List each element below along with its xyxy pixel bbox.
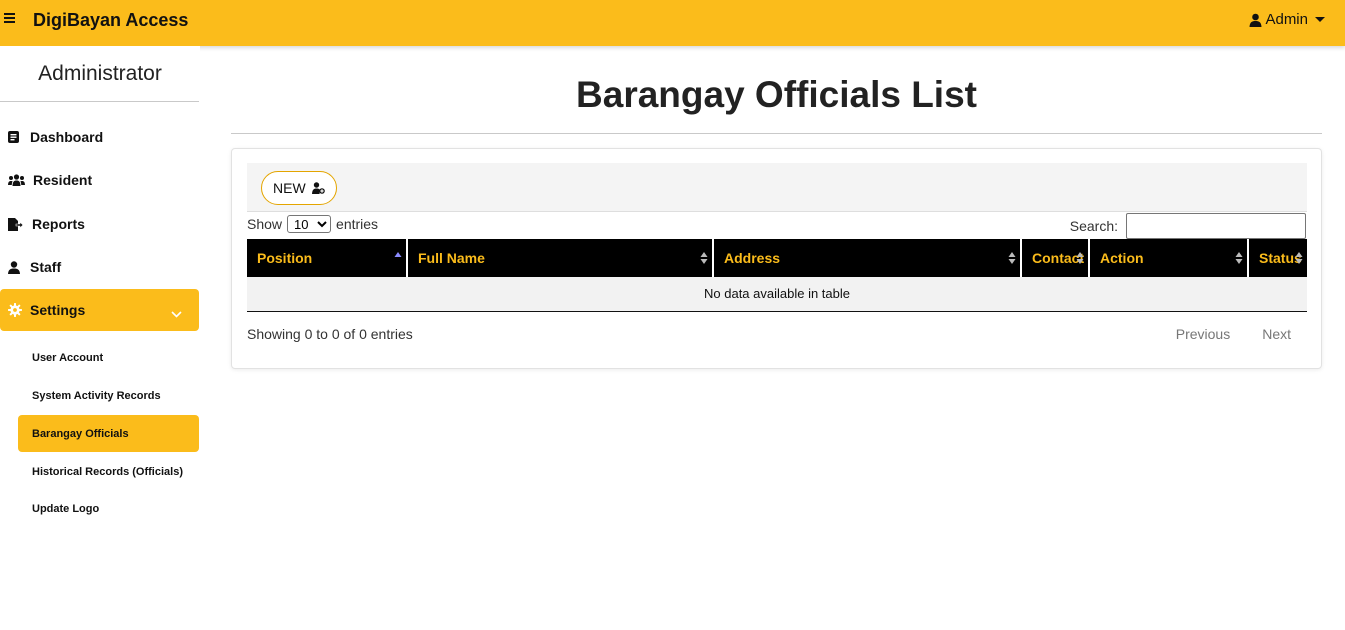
sidebar-item-label: Dashboard: [30, 129, 104, 145]
column-header-address[interactable]: Address: [713, 239, 1022, 277]
column-header-action[interactable]: Action: [1089, 239, 1249, 277]
sidebar-subitem-barangay-officials[interactable]: Barangay Officials: [18, 415, 199, 452]
chevron-down-icon: [171, 305, 182, 321]
column-header-full-name[interactable]: Full Name: [407, 239, 714, 277]
search-control: Search:: [1070, 213, 1306, 239]
pagination: Previous Next: [1160, 326, 1306, 342]
sidebar-item-label: Reports: [32, 216, 85, 232]
title-divider: [231, 133, 1322, 134]
brand-title[interactable]: DigiBayan Access: [33, 10, 188, 31]
entries-length-control: Show 10 25 50 100 entries: [247, 215, 378, 233]
sort-icon: [1076, 252, 1084, 264]
column-header-status[interactable]: Status: [1248, 239, 1307, 277]
sidebar: Administrator Dashboard Resident Reports…: [0, 46, 200, 630]
sort-icon: [1008, 252, 1016, 264]
user-icon: [8, 260, 30, 274]
column-label: Position: [257, 250, 313, 266]
entries-select[interactable]: 10 25 50 100: [287, 215, 332, 233]
officials-table: Position Full Name Address Contact Actio…: [247, 239, 1307, 312]
users-icon: [8, 174, 33, 186]
length-suffix: entries: [336, 216, 379, 232]
sidebar-item-resident[interactable]: Resident: [0, 159, 199, 201]
sidebar-item-label: Staff: [30, 259, 62, 275]
file-export-icon: [8, 217, 32, 231]
user-add-icon: [311, 182, 325, 194]
column-label: Address: [724, 250, 781, 266]
column-label: Full Name: [418, 250, 485, 266]
document-icon: [8, 131, 30, 143]
sort-icon: [1295, 252, 1303, 264]
table-header-row: Position Full Name Address Contact Actio…: [247, 239, 1307, 277]
search-input[interactable]: [1126, 213, 1306, 239]
user-name: Admin: [1265, 11, 1308, 28]
sort-asc-icon: [394, 252, 402, 257]
sidebar-subitem-update-logo[interactable]: Update Logo: [18, 490, 199, 527]
top-navbar: DigiBayan Access Admin: [0, 0, 1345, 46]
card-header: NEW: [247, 163, 1307, 212]
sidebar-subitem-user-account[interactable]: User Account: [18, 339, 199, 376]
sidebar-item-settings[interactable]: Settings: [0, 289, 199, 331]
gear-icon: [8, 303, 30, 317]
table-info: Showing 0 to 0 of 0 entries: [247, 326, 413, 342]
officials-card: NEW Show 10 25 50 100 entries Search: Po…: [231, 148, 1322, 369]
empty-table-message: No data available in table: [247, 277, 1307, 312]
sidebar-item-label: Resident: [33, 172, 93, 188]
sidebar-title: Administrator: [38, 62, 162, 85]
sidebar-item-dashboard[interactable]: Dashboard: [0, 116, 199, 158]
page-title: Barangay Officials List: [576, 74, 977, 115]
sidebar-subitem-historical-records[interactable]: Historical Records (Officials): [18, 453, 199, 490]
previous-page-button[interactable]: Previous: [1160, 326, 1246, 342]
sort-icon: [1235, 252, 1243, 264]
column-header-contact[interactable]: Contact: [1021, 239, 1090, 277]
column-header-position[interactable]: Position: [247, 239, 408, 277]
sidebar-item-reports[interactable]: Reports: [0, 203, 199, 245]
next-page-button[interactable]: Next: [1246, 326, 1306, 342]
table-row: No data available in table: [247, 277, 1307, 312]
new-official-button[interactable]: NEW: [261, 171, 337, 205]
user-icon: [1249, 13, 1262, 27]
user-dropdown[interactable]: Admin: [1249, 11, 1325, 28]
sidebar-item-label: Settings: [30, 302, 86, 318]
length-prefix: Show: [247, 216, 283, 232]
sidebar-divider: [0, 101, 199, 102]
caret-down-icon: [1315, 17, 1325, 22]
search-label: Search:: [1069, 218, 1118, 234]
new-button-label: NEW: [273, 180, 306, 196]
hamburger-menu-icon[interactable]: [4, 13, 16, 25]
sidebar-subitem-system-activity-records[interactable]: System Activity Records: [18, 377, 199, 414]
column-label: Action: [1100, 250, 1144, 266]
sidebar-item-staff[interactable]: Staff: [0, 246, 199, 288]
sort-icon: [700, 252, 708, 264]
